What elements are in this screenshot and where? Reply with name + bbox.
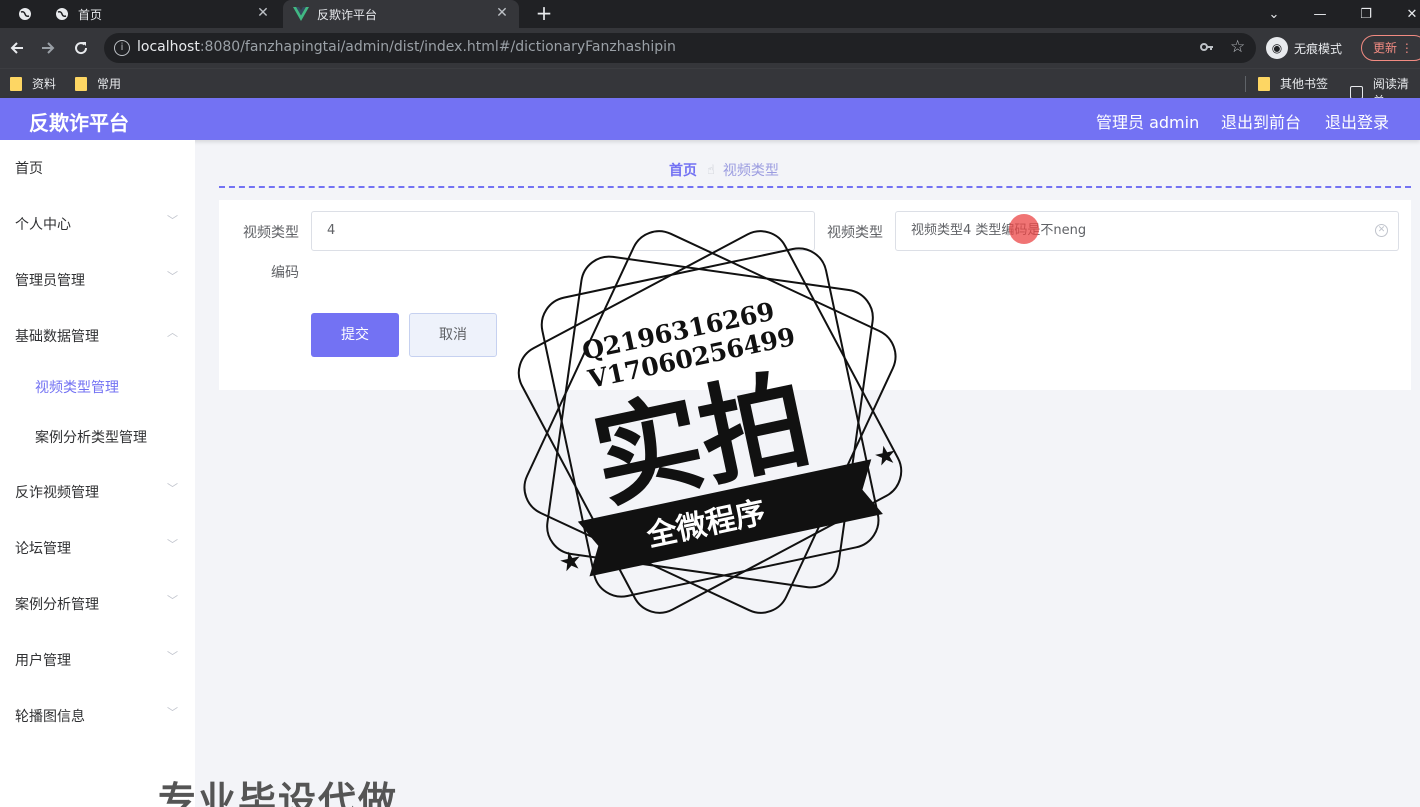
folder-icon xyxy=(1258,76,1270,91)
minimize-icon[interactable]: — xyxy=(1300,0,1340,28)
cursor-highlight xyxy=(1009,214,1039,244)
clear-icon[interactable]: ✕ xyxy=(1375,224,1388,237)
admin-user-link[interactable]: 管理员 admin xyxy=(1096,109,1199,133)
restore-icon[interactable]: ❐ xyxy=(1346,0,1386,28)
breadcrumb-current: 视频类型 xyxy=(722,163,779,179)
close-tab-icon[interactable]: ✕ xyxy=(256,6,270,20)
tab-search-chevron-icon[interactable]: ⌄ xyxy=(1254,0,1294,28)
chevron-down-icon: ﹀ xyxy=(167,650,178,663)
browser-toolbar: i localhost:8080/fanzhapingtai/admin/dis… xyxy=(0,28,1420,68)
globe-icon xyxy=(18,6,32,22)
back-arrow-icon[interactable] xyxy=(7,38,27,58)
bookmarks-bar: 资料 常用 其他书签 阅读清单 xyxy=(0,68,1420,108)
type-input[interactable]: 视频类型4 类型编码是不neng ✕ xyxy=(895,211,1399,251)
sidebar-item-home[interactable]: 首页 xyxy=(0,140,195,196)
chevron-down-icon: ﹀ xyxy=(167,270,178,283)
bookmark-folder-changyong[interactable]: 常用 xyxy=(75,75,121,92)
watermark-stamp: Q2196316269 V17060256499 实拍 全微程序 ★ ★ xyxy=(517,230,903,614)
folder-icon xyxy=(10,76,22,91)
sidebar-item-personal-center[interactable]: 个人中心 ﹀ xyxy=(0,196,195,252)
breadcrumb: 首页 ☝ 视频类型 xyxy=(669,160,779,180)
sidebar-item-forum[interactable]: 论坛管理 ﹀ xyxy=(0,520,195,576)
chevron-down-icon: ﹀ xyxy=(167,214,178,227)
app-title: 反欺诈平台 xyxy=(29,111,129,135)
sidebar-subitem-video-type[interactable]: 视频类型管理 xyxy=(0,362,195,412)
address-bar[interactable]: i localhost:8080/fanzhapingtai/admin/dis… xyxy=(104,33,1256,63)
star-icon[interactable]: ☆ xyxy=(1230,37,1245,57)
browser-tab-bar: 首页 ✕ 反欺诈平台 ✕ + ⌄ — ❐ ✕ xyxy=(0,0,1420,28)
tab-active[interactable]: 反欺诈平台 ✕ xyxy=(283,0,519,28)
app-header: 反欺诈平台 管理员 admin 退出到前台 退出登录 xyxy=(0,98,1420,140)
bookmark-folder-ziliao[interactable]: 资料 xyxy=(10,75,56,92)
code-field-label: 视频类型 xyxy=(243,225,299,241)
globe-icon xyxy=(54,6,70,22)
sidebar-item-case-analysis[interactable]: 案例分析管理 ﹀ xyxy=(0,576,195,632)
exit-to-front-link[interactable]: 退出到前台 xyxy=(1221,109,1301,133)
chevron-down-icon: ﹀ xyxy=(167,706,178,719)
sidebar-item-video-manage[interactable]: 反诈视频管理 ﹀ xyxy=(0,464,195,520)
key-icon[interactable] xyxy=(1200,40,1214,58)
incognito-icon: ◉ xyxy=(1266,37,1288,59)
incognito-indicator[interactable]: ◉ 无痕模式 xyxy=(1266,37,1342,59)
sidebar-subitem-case-type[interactable]: 案例分析类型管理 xyxy=(0,412,195,462)
submit-button[interactable]: 提交 xyxy=(311,313,399,357)
new-tab-icon[interactable]: + xyxy=(534,3,554,23)
breadcrumb-home[interactable]: 首页 xyxy=(669,160,697,180)
star-icon: ★ xyxy=(556,545,585,579)
tab-pinned[interactable] xyxy=(8,0,38,28)
chevron-down-icon: ﹀ xyxy=(167,538,178,551)
tab-label: 首页 xyxy=(78,7,103,22)
sidebar-item-carousel[interactable]: 轮播图信息 ﹀ xyxy=(0,688,195,744)
update-button[interactable]: 更新 ⋮ xyxy=(1361,35,1420,61)
logout-link[interactable]: 退出登录 xyxy=(1325,109,1389,133)
cancel-button[interactable]: 取消 xyxy=(409,313,497,357)
tab-label: 反欺诈平台 xyxy=(317,7,378,22)
sidebar-item-basic-data[interactable]: 基础数据管理 ︿ xyxy=(0,308,195,364)
forward-arrow-icon[interactable] xyxy=(38,38,58,58)
hand-pointer-icon: ☝ xyxy=(707,162,715,178)
chevron-up-icon: ︿ xyxy=(167,326,178,339)
vue-logo-icon xyxy=(293,6,309,22)
chevron-down-icon: ﹀ xyxy=(167,594,178,607)
tab-home[interactable]: 首页 ✕ xyxy=(44,0,280,28)
close-window-icon[interactable]: ✕ xyxy=(1392,0,1420,28)
close-tab-icon[interactable]: ✕ xyxy=(495,6,509,20)
folder-icon xyxy=(75,76,87,91)
sidebar-item-admin-manage[interactable]: 管理员管理 ﹀ xyxy=(0,252,195,308)
bookmarks-divider xyxy=(1245,76,1246,92)
bottom-watermark-text: 专业毕设代做 xyxy=(158,779,399,807)
reload-icon[interactable] xyxy=(71,38,91,58)
star-icon: ★ xyxy=(871,439,900,473)
breadcrumb-divider xyxy=(219,186,1411,188)
bookmark-other[interactable]: 其他书签 xyxy=(1258,75,1328,92)
reading-list-icon xyxy=(1350,85,1363,99)
site-info-icon[interactable]: i xyxy=(114,40,130,56)
chevron-down-icon: ﹀ xyxy=(167,482,178,495)
sidebar: 首页 个人中心 ﹀ 管理员管理 ﹀ 基础数据管理 ︿ 视频类型管理 案例分析类型… xyxy=(0,140,195,807)
address-url[interactable]: localhost:8080/fanzhapingtai/admin/dist/… xyxy=(137,39,676,55)
sidebar-item-users[interactable]: 用户管理 ﹀ xyxy=(0,632,195,688)
code-field-label-line2: 编码 xyxy=(271,265,299,281)
